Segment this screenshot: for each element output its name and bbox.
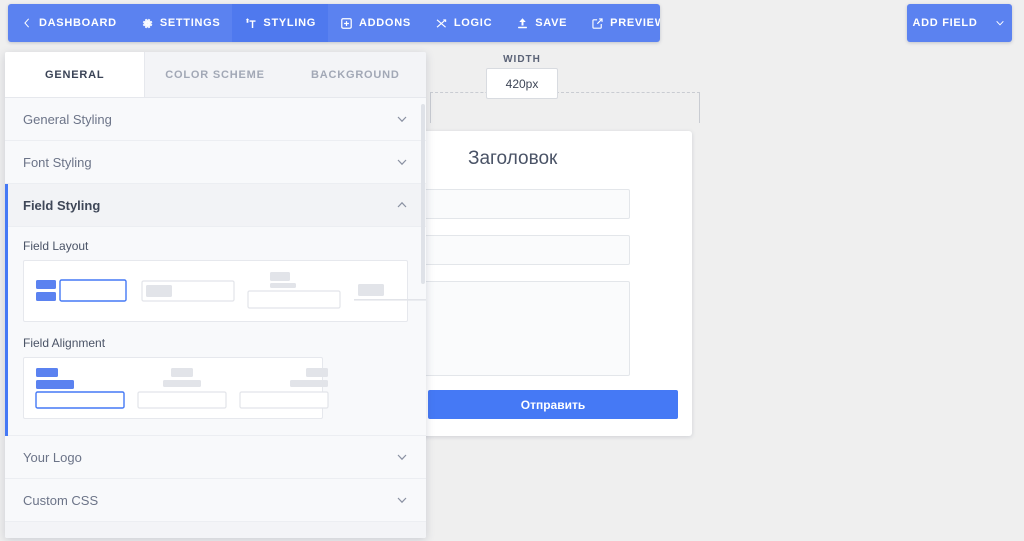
accordion-label: Field Styling [23, 197, 101, 213]
width-measure-line [430, 92, 700, 123]
form-submit-button[interactable]: Отправить [428, 390, 678, 419]
toolbar-label: STYLING [263, 17, 316, 29]
toolbar-label: DASHBOARD [39, 17, 117, 29]
toolbar-label: PREVIEW [610, 17, 660, 29]
field-layout-title: Field Layout [23, 239, 89, 253]
form-field-input-phone[interactable] [411, 235, 630, 265]
accordion-font-styling[interactable]: Font Styling [5, 141, 426, 184]
gear-icon [141, 17, 154, 30]
accordion-custom-css[interactable]: Custom CSS [5, 479, 426, 522]
accordion-label: General Styling [23, 111, 112, 127]
add-field-label: ADD FIELD [912, 17, 978, 29]
chevron-down-icon [396, 156, 408, 168]
field-alignment-options [23, 357, 329, 419]
app-root: DASHBOARD SETTINGS STYLING ADDONS LOGIC … [0, 0, 1024, 541]
width-input[interactable]: 420px [486, 68, 558, 99]
chevron-down-icon [993, 17, 1006, 30]
panel-tab-bar: GENERAL COLOR SCHEME BACKGROUND [5, 52, 426, 98]
toolbar-label: SETTINGS [159, 17, 221, 29]
active-section-indicator [5, 187, 8, 452]
field-layout-option-label-above-input[interactable] [246, 269, 342, 313]
tab-background[interactable]: BACKGROUND [286, 52, 426, 97]
toolbar-item-settings[interactable]: SETTINGS [129, 4, 233, 42]
plugin-icon [340, 17, 353, 30]
field-styling-body: Field Layout Field Alignment [5, 187, 426, 452]
tab-general[interactable]: GENERAL [5, 52, 146, 97]
styling-panel: GENERAL COLOR SCHEME BACKGROUND General … [5, 52, 426, 538]
main-toolbar: DASHBOARD SETTINGS STYLING ADDONS LOGIC … [8, 4, 660, 42]
toolbar-item-logic[interactable]: LOGIC [423, 4, 504, 42]
chevron-up-icon [396, 199, 408, 211]
field-layout-option-label-underline[interactable] [352, 269, 426, 313]
accordion-your-logo[interactable]: Your Logo [5, 436, 426, 479]
chevron-down-icon [396, 494, 408, 506]
field-alignment-group: Field Alignment [23, 336, 408, 419]
accordion-field-styling[interactable]: Field Styling [5, 184, 426, 227]
form-title: Заголовок [468, 148, 558, 169]
toolbar-label: ADDONS [359, 17, 411, 29]
form-field-textarea-info[interactable] [411, 281, 630, 376]
field-alignment-option-align-center[interactable] [136, 366, 228, 410]
accordion-label: Custom CSS [23, 492, 99, 508]
width-label: WIDTH [503, 54, 541, 65]
tab-color-scheme[interactable]: COLOR SCHEME [145, 52, 285, 97]
add-field-button[interactable]: ADD FIELD [907, 4, 1012, 42]
panel-footer [5, 522, 426, 538]
toolbar-label: SAVE [535, 17, 568, 29]
accordion-label: Font Styling [23, 154, 92, 170]
toolbar-item-styling[interactable]: STYLING [232, 4, 328, 42]
chevron-down-icon [396, 451, 408, 463]
form-field-input-name[interactable] [411, 189, 630, 219]
toolbar-item-addons[interactable]: ADDONS [328, 4, 423, 42]
field-layout-options [23, 260, 426, 322]
shuffle-icon [435, 17, 448, 30]
upload-icon [516, 17, 529, 30]
toolbar-item-preview[interactable]: PREVIEW [579, 4, 660, 42]
toolbar-item-save[interactable]: SAVE [504, 4, 579, 42]
toolbar-item-dashboard[interactable]: DASHBOARD [8, 4, 129, 42]
chevron-down-icon [396, 113, 408, 125]
panel-scrollbar[interactable] [421, 104, 425, 284]
accordion-general-styling[interactable]: General Styling [5, 98, 426, 141]
field-alignment-option-align-right[interactable] [238, 366, 330, 410]
external-link-icon [591, 17, 604, 30]
field-layout-option-label-left-inline[interactable] [34, 269, 130, 313]
field-alignment-title: Field Alignment [23, 336, 106, 350]
field-alignment-option-align-left[interactable] [34, 366, 126, 410]
field-layout-group: Field Layout [23, 239, 426, 322]
field-layout-option-label-inside-input[interactable] [140, 269, 236, 313]
text-size-icon [244, 17, 257, 30]
accordion-label: Your Logo [23, 449, 82, 465]
chevron-left-icon [20, 17, 33, 30]
toolbar-label: LOGIC [453, 17, 493, 29]
